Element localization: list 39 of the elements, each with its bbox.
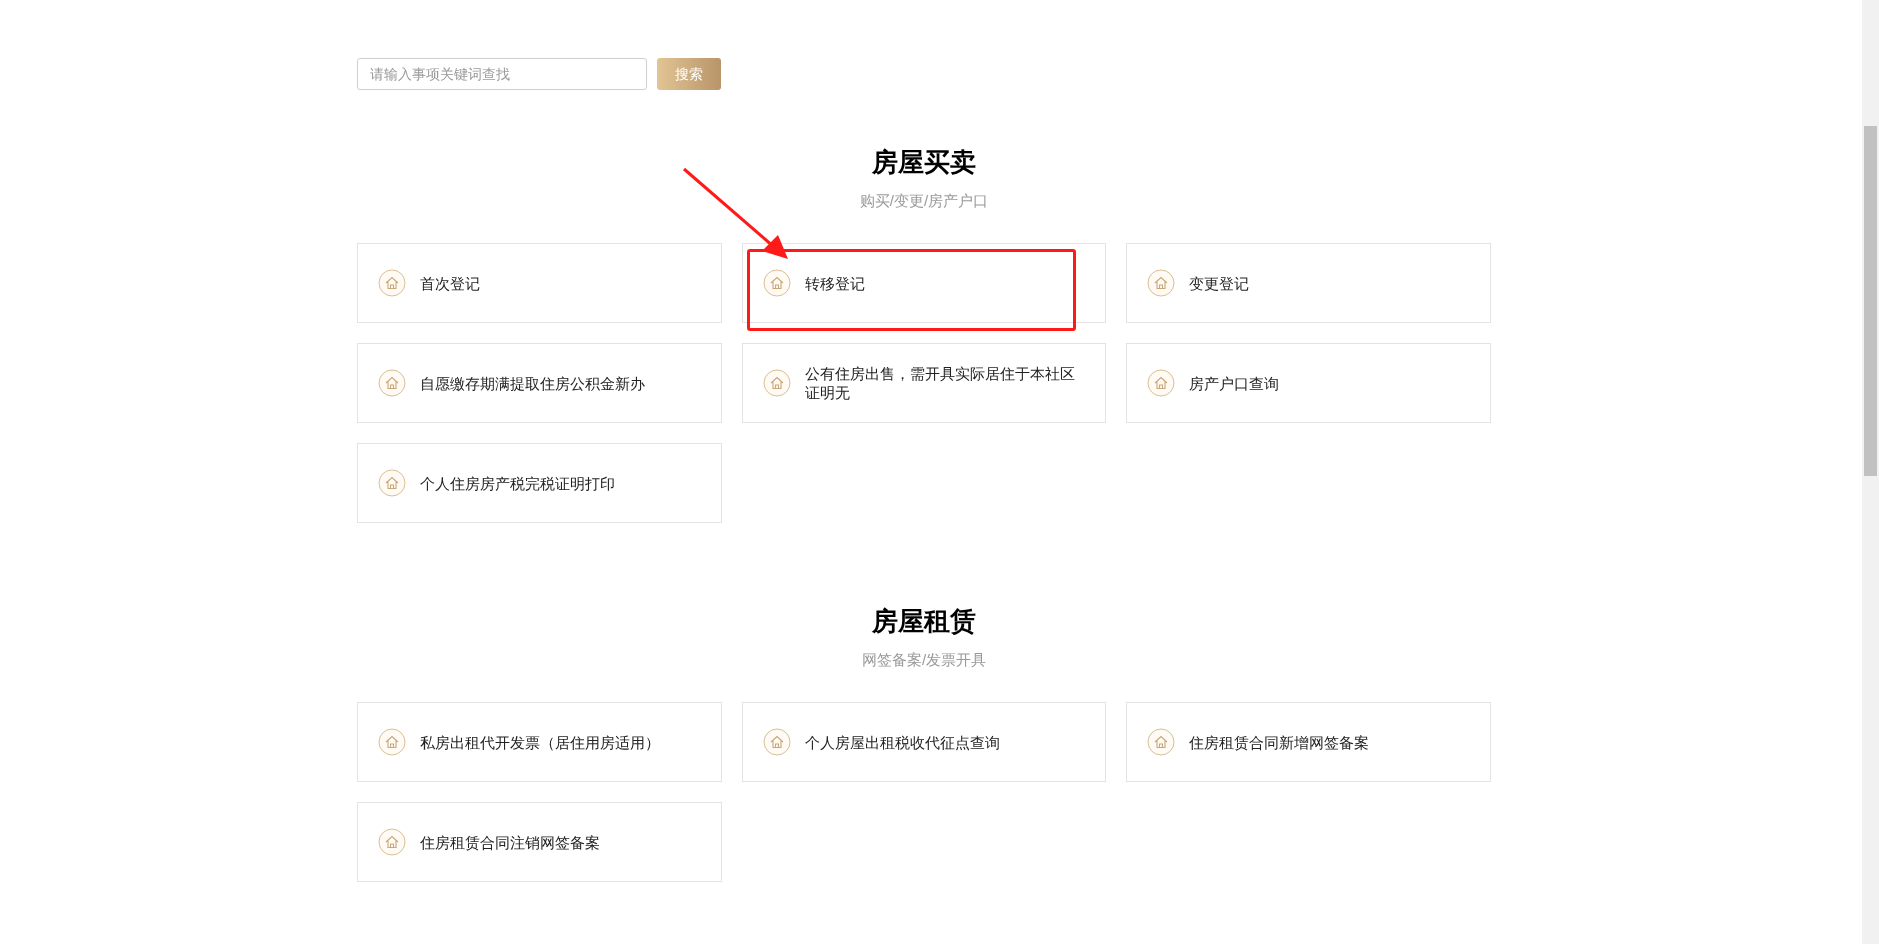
section-title: 房屋买卖 <box>871 146 977 178</box>
service-name: 变更登记 <box>1189 273 1250 293</box>
service-name: 私房出租代开发票（居住用房适用） <box>420 732 660 752</box>
section-title: 房屋租赁 <box>871 605 977 637</box>
house-icon <box>762 728 791 756</box>
service-name: 首次登记 <box>420 273 480 293</box>
service-card[interactable]: 首次登记 <box>357 243 722 323</box>
service-name: 房产户口查询 <box>1189 373 1280 393</box>
service-card[interactable]: 变更登记 <box>1126 243 1491 323</box>
house-icon <box>378 469 406 497</box>
service-card[interactable]: 转移登记 <box>741 243 1107 323</box>
service-name: 转移登记 <box>804 273 865 293</box>
house-icon <box>762 369 791 397</box>
service-name: 个人住房房产税完税证明打印 <box>420 473 615 493</box>
service-card[interactable]: 个人住房房产税完税证明打印 <box>357 443 722 523</box>
section-subtitle: 网签备案/发票开具 <box>860 650 988 670</box>
service-name: 住房租赁合同注销网签备案 <box>420 832 600 852</box>
service-name: 个人房屋出租税收代征点查询 <box>804 732 1000 752</box>
service-name: 住房租赁合同新增网签备案 <box>1189 732 1370 752</box>
house-icon <box>1147 728 1176 756</box>
section-subtitle: 购买/变更/房产户口 <box>858 191 990 211</box>
service-card[interactable]: 私房出租代开发票（居住用房适用） <box>357 702 722 782</box>
house-icon <box>378 369 406 397</box>
service-card[interactable]: 住房租赁合同新增网签备案 <box>1126 702 1491 782</box>
service-card[interactable]: 房产户口查询 <box>1126 343 1491 423</box>
house-icon <box>1147 369 1176 397</box>
house-icon <box>378 728 406 756</box>
house-icon <box>378 828 406 856</box>
house-icon <box>1147 269 1176 297</box>
service-name: 自愿缴存期满提取住房公积金新办 <box>420 373 645 393</box>
scrollbar-thumb[interactable] <box>1864 126 1877 476</box>
service-card[interactable]: 个人房屋出租税收代征点查询 <box>741 702 1107 782</box>
service-card[interactable]: 自愿缴存期满提取住房公积金新办 <box>357 343 722 423</box>
house-icon <box>378 269 406 297</box>
service-name: 公有住房出售，需开具实际居住于本社区证明无 <box>804 364 1076 402</box>
search-field[interactable]: 请输入事项关键词查找 <box>357 58 647 90</box>
service-card[interactable]: 住房租赁合同注销网签备案 <box>357 802 722 882</box>
service-card[interactable]: 公有住房出售，需开具实际居住于本社区证明无 <box>741 343 1107 423</box>
house-icon <box>762 269 791 297</box>
